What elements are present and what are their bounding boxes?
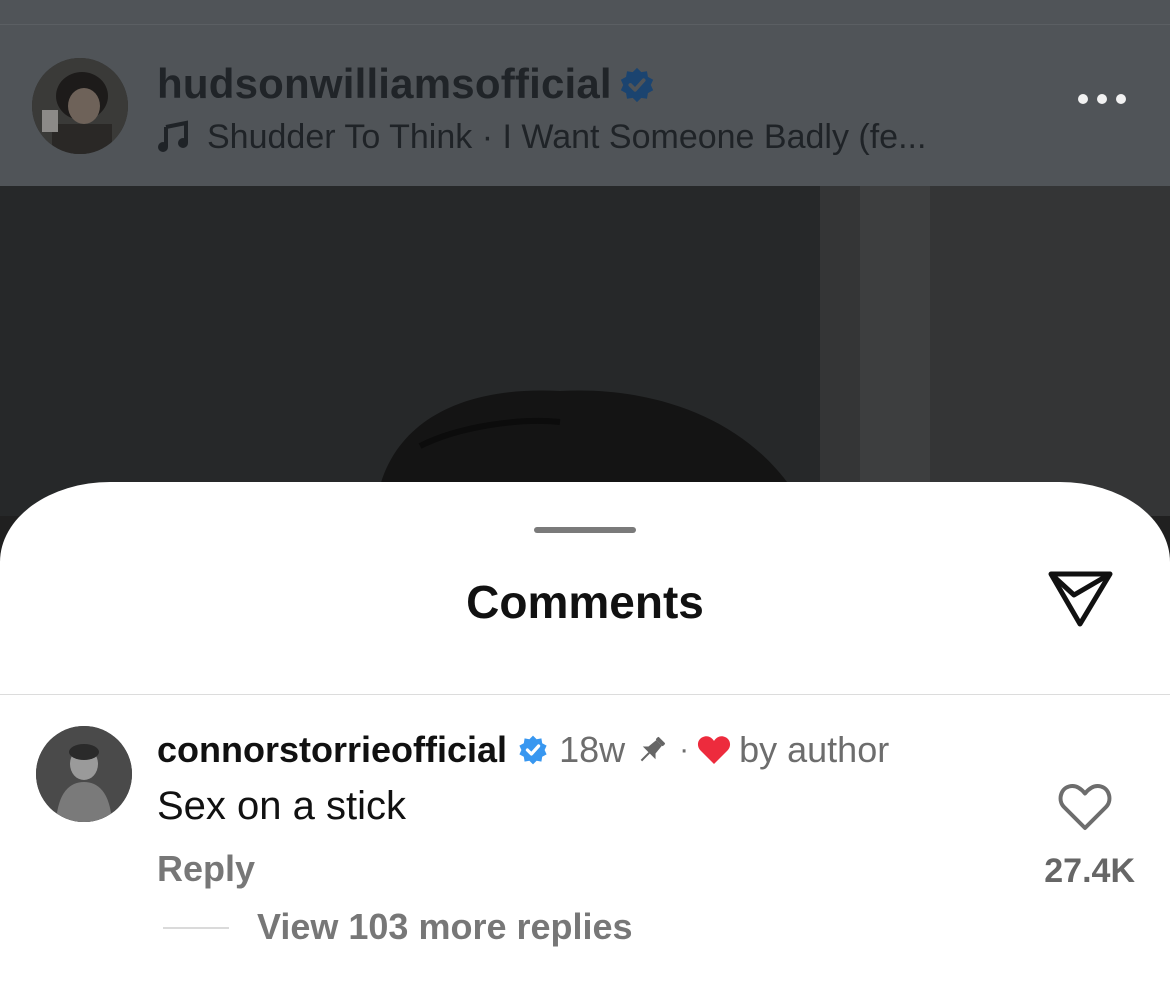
comments-sheet: Comments connorstorrieofficial 18w · by … [0, 482, 1170, 1003]
like-count: 27.4K [1044, 852, 1135, 890]
more-options-icon[interactable] [1078, 94, 1126, 104]
separator-dot: · [679, 733, 690, 766]
post-media [0, 186, 1170, 516]
comment-text: Sex on a stick [157, 784, 407, 828]
post-author-avatar[interactable] [32, 58, 128, 154]
reply-button[interactable]: Reply [157, 848, 255, 890]
comment-timestamp: 18w [559, 729, 626, 770]
heart-filled-icon [698, 736, 731, 764]
heart-outline-icon[interactable] [1058, 782, 1112, 832]
sheet-title: Comments [466, 576, 704, 628]
audio-track-label: Shudder To Think · I Want Someone Badly … [207, 117, 927, 156]
post-header: hudsonwilliamsofficial Shudder To Think … [0, 0, 1170, 186]
post-audio-track[interactable]: Shudder To Think · I Want Someone Badly … [157, 116, 926, 158]
top-divider [0, 24, 1170, 25]
comment-header: connorstorrieofficial 18w · by author [157, 728, 889, 772]
view-replies-button[interactable]: View 103 more replies [257, 906, 633, 948]
sheet-divider [0, 694, 1170, 695]
commenter-username[interactable]: connorstorrieofficial [157, 729, 507, 771]
liked-by-author-label: by author [739, 729, 890, 770]
music-note-icon [158, 120, 188, 152]
verified-badge-icon [519, 735, 547, 765]
verified-badge-icon [620, 67, 654, 103]
replies-line [163, 927, 229, 929]
pin-icon [640, 736, 666, 762]
send-icon[interactable] [1046, 568, 1116, 630]
drag-handle[interactable] [534, 527, 636, 533]
commenter-avatar[interactable] [36, 726, 132, 822]
post-author-username[interactable]: hudsonwilliamsofficial [157, 60, 612, 108]
